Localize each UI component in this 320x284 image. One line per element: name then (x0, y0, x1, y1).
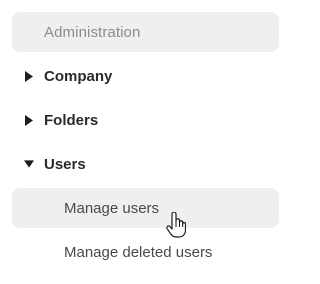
nav-group-users[interactable]: Users (0, 144, 304, 184)
section-header-administration: Administration (12, 12, 279, 52)
hand-pointer-icon (166, 211, 187, 238)
caret-right-icon (24, 70, 34, 82)
nav-group-company[interactable]: Company (0, 56, 304, 96)
admin-sidebar-nav: Administration Company Folders Users Man… (0, 0, 304, 284)
nav-group-label: Users (44, 155, 86, 173)
nav-item-manage-users[interactable]: Manage users (12, 188, 279, 228)
nav-item-label: Manage users (64, 199, 160, 217)
nav-item-label: Manage deleted users (64, 243, 213, 261)
nav-group-label: Company (44, 67, 113, 85)
nav-item-manage-deleted-users[interactable]: Manage deleted users (12, 232, 279, 272)
nav-group-folders[interactable]: Folders (0, 100, 304, 140)
caret-right-icon (24, 114, 34, 126)
caret-down-icon (24, 158, 34, 170)
section-header-label: Administration (44, 23, 141, 41)
nav-group-label: Folders (44, 111, 99, 129)
